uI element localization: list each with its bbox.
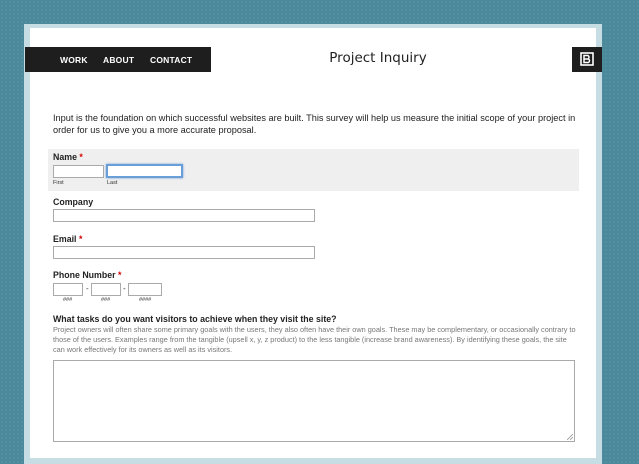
brand-b-icon bbox=[580, 52, 594, 66]
name-label-text: Name bbox=[53, 152, 77, 162]
phone-line-sublabel: #### bbox=[139, 297, 152, 303]
company-label: Company bbox=[53, 197, 94, 207]
phone-label-text: Phone Number bbox=[53, 270, 116, 280]
tasks-description: Project owners will often share some pri… bbox=[53, 325, 576, 354]
email-input[interactable] bbox=[53, 246, 315, 259]
phone-area-input[interactable] bbox=[53, 283, 83, 296]
phone-prefix-input[interactable] bbox=[91, 283, 121, 296]
phone-separator: - bbox=[123, 284, 126, 293]
logo-button[interactable] bbox=[572, 47, 602, 72]
nav-item-about[interactable]: ABOUT bbox=[103, 55, 134, 65]
first-name-input[interactable] bbox=[53, 165, 104, 178]
company-input[interactable] bbox=[53, 209, 315, 222]
resize-handle-icon[interactable] bbox=[567, 434, 573, 440]
page-title: Project Inquiry bbox=[329, 50, 427, 66]
tasks-textarea[interactable] bbox=[53, 360, 575, 442]
phone-label: Phone Number * bbox=[53, 270, 121, 280]
email-label-text: Email bbox=[53, 234, 77, 244]
main-nav: WORK ABOUT CONTACT bbox=[25, 47, 211, 72]
tasks-label: What tasks do you want visitors to achie… bbox=[53, 314, 337, 324]
last-sublabel: Last bbox=[107, 180, 118, 186]
phone-separator: - bbox=[86, 284, 89, 293]
phone-area-sublabel: ### bbox=[63, 297, 73, 303]
intro-text: Input is the foundation on which success… bbox=[53, 113, 576, 135]
phone-prefix-sublabel: ### bbox=[101, 297, 111, 303]
email-label: Email * bbox=[53, 234, 82, 244]
required-mark: * bbox=[118, 270, 122, 280]
nav-item-work[interactable]: WORK bbox=[60, 55, 88, 65]
nav-item-contact[interactable]: CONTACT bbox=[150, 55, 192, 65]
last-name-input[interactable] bbox=[106, 164, 183, 178]
required-mark: * bbox=[79, 152, 83, 162]
required-mark: * bbox=[78, 234, 83, 244]
name-label: Name * bbox=[53, 152, 83, 162]
first-sublabel: First bbox=[53, 180, 64, 186]
phone-line-input[interactable] bbox=[128, 283, 162, 296]
